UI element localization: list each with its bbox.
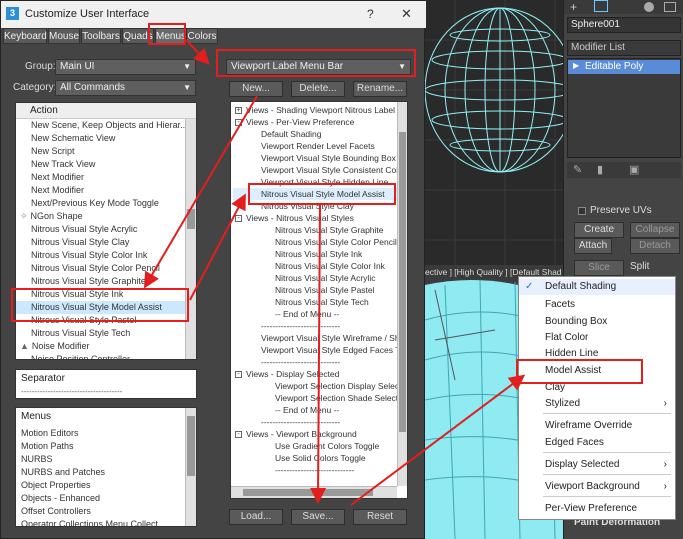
annotation-arrows — [143, 39, 526, 506]
arrow-new-to-action — [143, 95, 258, 289]
arrow-tab-to-dropdown — [185, 39, 210, 65]
arrow-tree-to-save — [310, 204, 327, 504]
arrow-action-to-tree — [189, 193, 246, 301]
arrow-save-to-menu — [350, 374, 526, 506]
